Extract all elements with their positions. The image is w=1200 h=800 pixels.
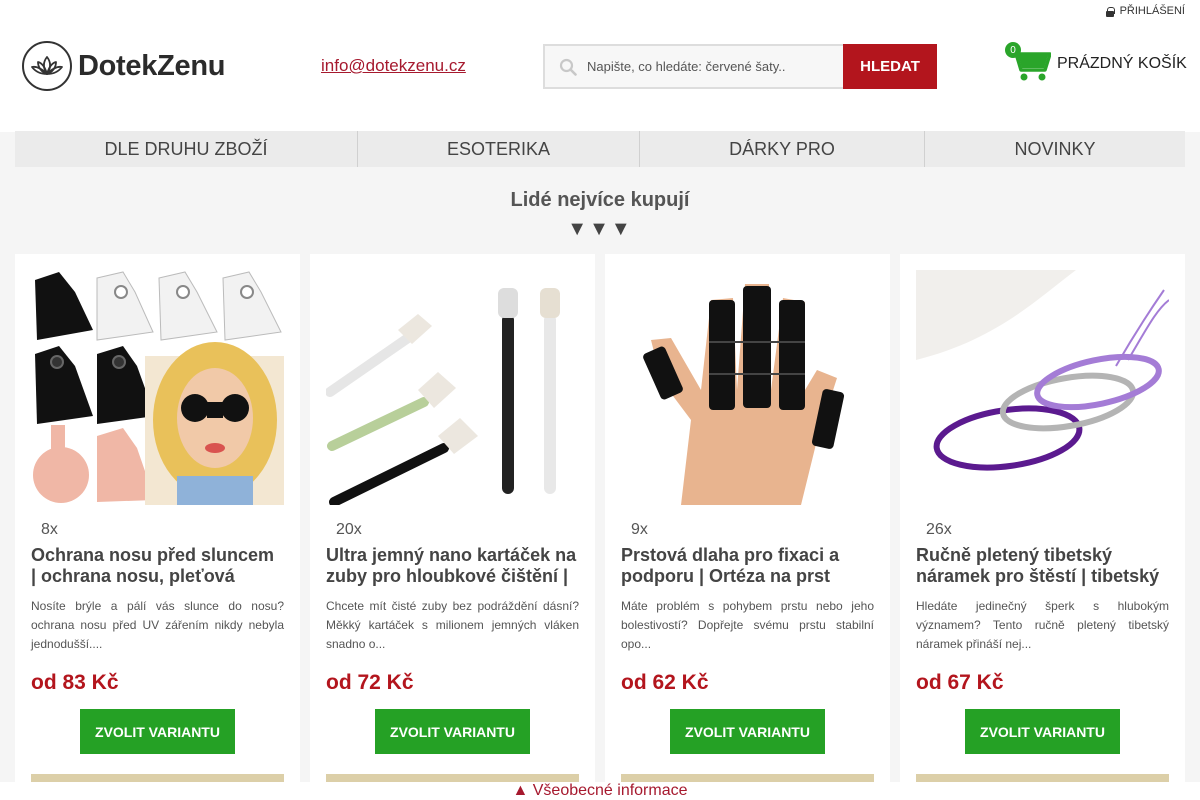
product-description: Nosíte brýle a pálí vás slunce do nosu? …: [31, 599, 284, 651]
sold-count: 26x: [926, 521, 952, 538]
login-link[interactable]: PŘIHLÁŠENÍ: [1105, 5, 1185, 17]
nav-item-gifts[interactable]: DÁRKY PRO: [640, 131, 925, 167]
search-field-wrapper: [543, 44, 843, 89]
product-price: od 67 Kč: [916, 671, 1004, 694]
product-title[interactable]: Ultra jemný nano kartáček na zuby pro hl…: [326, 545, 579, 589]
nav-item-new[interactable]: NOVINKY: [925, 131, 1185, 167]
lotus-icon: [22, 41, 72, 91]
product-description: Hledáte jedinečný šperk s hlubokým význa…: [916, 599, 1169, 651]
product-title[interactable]: Ručně pletený tibetský náramek pro štěst…: [916, 545, 1169, 589]
product-title[interactable]: Prstová dlaha pro fixaci a podporu | Ort…: [621, 545, 874, 589]
lock-icon: [1105, 6, 1115, 17]
login-label: PŘIHLÁŠENÍ: [1119, 5, 1185, 17]
search-input[interactable]: [587, 59, 827, 74]
product-description: Chcete mít čisté zuby bez podráždění dás…: [326, 599, 579, 651]
product-image-finger-splint[interactable]: [621, 270, 874, 505]
search-icon: [559, 58, 577, 76]
down-arrows-icon: ▼▼▼: [567, 218, 633, 240]
product-image-tibetan-bracelet[interactable]: [916, 270, 1169, 505]
product-card[interactable]: 9x Prstová dlaha pro fixaci a podporu | …: [605, 254, 890, 800]
choose-variant-button[interactable]: ZVOLIT VARIANTU: [80, 709, 235, 754]
choose-variant-button[interactable]: ZVOLIT VARIANTU: [375, 709, 530, 754]
main-navigation: DLE DRUHU ZBOŽÍ ESOTERIKA DÁRKY PRO NOVI…: [15, 131, 1185, 167]
choose-variant-button[interactable]: ZVOLIT VARIANTU: [965, 709, 1120, 754]
product-image-nose-protector[interactable]: [31, 270, 284, 505]
contact-email-link[interactable]: info@dotekzenu.cz: [321, 56, 466, 76]
product-title[interactable]: Ochrana nosu před sluncem | ochrana nosu…: [31, 545, 284, 589]
search-button[interactable]: HLEDAT: [843, 44, 937, 89]
cart-label: PRÁZDNÝ KOŠÍK: [1057, 55, 1187, 72]
product-price: od 72 Kč: [326, 671, 414, 694]
site-logo[interactable]: DotekZenu: [22, 41, 225, 91]
sold-count: 20x: [336, 521, 362, 538]
shopping-cart-icon: 0: [1005, 42, 1052, 82]
product-card[interactable]: 26x Ručně pletený tibetský náramek pro š…: [900, 254, 1185, 800]
site-header: PŘIHLÁŠENÍ DotekZenu info@dotekzenu.cz N…: [0, 0, 1200, 132]
product-image-toothbrush[interactable]: [326, 270, 579, 505]
sold-count: 9x: [631, 521, 648, 538]
nav-item-product-types[interactable]: DLE DRUHU ZBOŽÍ: [15, 131, 358, 167]
cart-link[interactable]: 0 PRÁZDNÝ KOŠÍK: [1005, 42, 1187, 82]
nav-item-esoterics[interactable]: ESOTERIKA: [358, 131, 640, 167]
section-title: Lidé nejvíce kupují: [510, 189, 690, 211]
choose-variant-button[interactable]: ZVOLIT VARIANTU: [670, 709, 825, 754]
cart-count-badge: 0: [1005, 42, 1021, 58]
product-card[interactable]: 8x Ochrana nosu před sluncem | ochrana n…: [15, 254, 300, 800]
logo-text: DotekZenu: [78, 49, 226, 82]
product-price: od 62 Kč: [621, 671, 709, 694]
search-bar: HLEDAT: [543, 44, 937, 89]
product-card[interactable]: 20x Ultra jemný nano kartáček na zuby pr…: [310, 254, 595, 800]
product-description: Máte problém s pohybem prstu nebo jeho b…: [621, 599, 874, 651]
sold-count: 8x: [41, 521, 58, 538]
product-price: od 83 Kč: [31, 671, 119, 694]
general-info-toggle[interactable]: ▲ Všeobecné informace: [0, 782, 1200, 800]
